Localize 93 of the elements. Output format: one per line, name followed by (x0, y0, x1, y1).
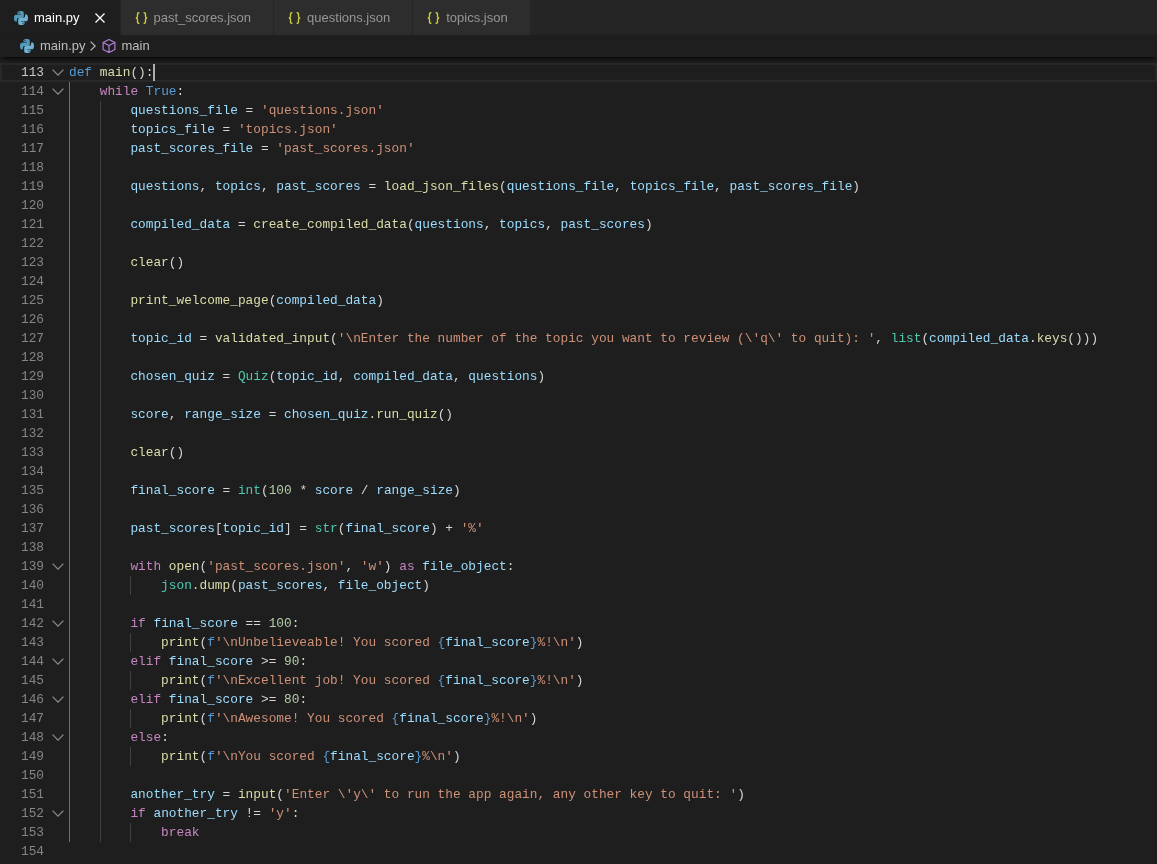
line-number: 145 (20, 673, 44, 688)
line-number: 141 (20, 597, 44, 612)
code-line: past_scores[topic_id] = str(final_score) + '%' (130, 520, 484, 538)
chevron-down-icon[interactable] (52, 696, 64, 703)
line-number: 133 (20, 445, 44, 460)
line-number: 150 (20, 768, 44, 783)
code-line: if another_try != 'y': (130, 805, 300, 823)
code-line: def main(): (69, 64, 154, 82)
code-line: if final_score == 100: (130, 615, 300, 633)
editor-tab[interactable]: main.py (0, 0, 121, 35)
code-line: final_score = int(100 * score / range_size) (130, 482, 461, 500)
chevron-right-icon (89, 41, 96, 51)
line-number: 151 (20, 787, 44, 802)
line-number: 149 (20, 749, 44, 764)
code-line: json.dump(past_scores, file_object) (161, 577, 430, 595)
line-number: 117 (20, 141, 44, 156)
line-number: 138 (20, 540, 44, 555)
code-line: print_welcome_page(compiled_data) (130, 292, 384, 310)
editor-tab[interactable]: past_scores.json (120, 0, 275, 35)
line-number: 137 (20, 521, 44, 536)
line-number: 152 (20, 806, 44, 821)
line-number: 115 (20, 103, 44, 118)
braces-icon (134, 11, 148, 24)
line-number: 144 (20, 654, 44, 669)
line-number: 118 (20, 160, 44, 175)
line-number: 128 (20, 350, 44, 365)
line-number: 143 (20, 635, 44, 650)
python-icon (14, 10, 28, 25)
code-line: print(f'\nAwesome! You scored {final_score}%!\n') (161, 710, 538, 728)
line-number: 140 (20, 578, 44, 593)
code-line: print(f'\nExcellent job! You scored {final_score}%!\n') (161, 672, 584, 690)
line-number: 148 (20, 730, 44, 745)
chevron-down-icon[interactable] (52, 810, 64, 817)
code-line: print(f'\nUnbelieveable! You scored {final_score}%!\n') (161, 634, 584, 652)
braces-icon (427, 11, 441, 24)
code-line: clear() (130, 444, 185, 462)
code-line: clear() (130, 254, 185, 272)
chevron-down-icon[interactable] (52, 620, 64, 627)
line-number: 122 (20, 236, 44, 251)
code-line: topics_file = 'topics.json' (130, 121, 338, 139)
breadcrumb-item[interactable]: main.py (20, 36, 86, 56)
line-number: 116 (20, 122, 44, 137)
chevron-down-icon[interactable] (52, 88, 64, 95)
line-number: 132 (20, 426, 44, 441)
chevron-down-icon[interactable] (52, 734, 64, 741)
code-line: another_try = input('Enter \'y\' to run the app again, any other key to quit: ') (130, 786, 745, 804)
line-number: 113 (20, 65, 44, 80)
text-cursor-icon (153, 64, 156, 81)
chevron-down-icon[interactable] (52, 563, 64, 570)
line-number: 121 (20, 217, 44, 232)
braces-icon (288, 11, 302, 24)
line-number: 147 (20, 711, 44, 726)
chevron-down-icon[interactable] (52, 658, 64, 665)
line-number: 154 (20, 844, 44, 859)
line-number: 134 (20, 464, 44, 479)
code-line: with open('past_scores.json', 'w') as file_object: (130, 558, 515, 576)
code-line: chosen_quiz = Quiz(topic_id, compiled_data, questions) (130, 368, 546, 386)
breadcrumb-item[interactable]: main (101, 36, 150, 56)
line-number: 124 (20, 274, 44, 289)
editor-tab[interactable]: questions.json (274, 0, 414, 35)
code-line: elif final_score >= 90: (130, 653, 308, 671)
line-number: 119 (20, 179, 44, 194)
code-line: score, range_size = chosen_quiz.run_quiz() (130, 406, 453, 424)
line-number: 139 (20, 559, 44, 574)
line-number: 135 (20, 483, 44, 498)
cube-icon (101, 39, 116, 53)
code-line: print(f'\nYou scored {final_score}%\n') (161, 748, 461, 766)
code-line: while True: (99, 83, 185, 101)
code-line: else: (130, 729, 169, 747)
code-line: compiled_data = create_compiled_data(questions, topics, past_scores) (130, 216, 653, 234)
line-number: 126 (20, 312, 44, 327)
line-number: 136 (20, 502, 44, 517)
code-line: topic_id = validated_input('\nEnter the number of the topic you want to review (\'q\' to quit): ', list(compiled_data.keys())) (130, 330, 1099, 348)
line-number: 131 (20, 407, 44, 422)
code-line: questions, topics, past_scores = load_json_files(questions_file, topics_file, past_scores_file) (130, 178, 861, 196)
line-number: 127 (20, 331, 44, 346)
python-icon (20, 39, 34, 53)
line-number: 153 (20, 825, 44, 840)
code-line: break (161, 824, 200, 842)
line-number: 130 (20, 388, 44, 403)
code-line: past_scores_file = 'past_scores.json' (130, 140, 415, 158)
chevron-down-icon[interactable] (52, 69, 64, 76)
editor-tab[interactable]: topics.json (413, 0, 531, 35)
code-line: elif final_score >= 80: (130, 691, 308, 709)
line-number: 123 (20, 255, 44, 270)
line-number: 114 (20, 84, 44, 99)
line-number: 142 (20, 616, 44, 631)
line-number: 125 (20, 293, 44, 308)
line-number: 129 (20, 369, 44, 384)
line-number: 146 (20, 692, 44, 707)
line-number: 120 (20, 198, 44, 213)
close-icon (94, 12, 105, 23)
code-line: questions_file = 'questions.json' (130, 102, 384, 120)
